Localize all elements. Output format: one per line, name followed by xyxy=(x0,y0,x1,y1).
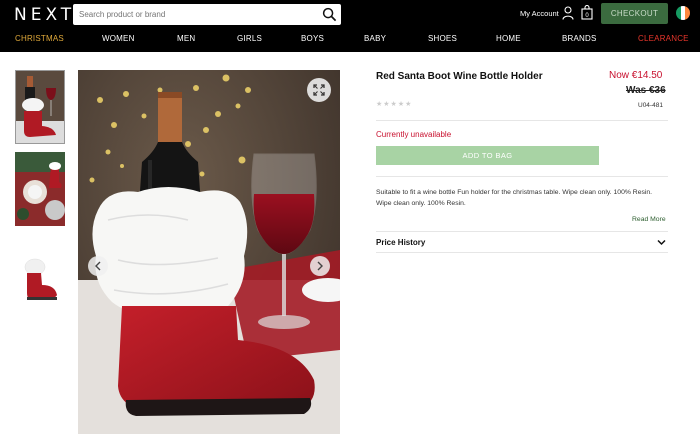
nav-item-baby[interactable]: BABY xyxy=(364,34,386,43)
expand-icon xyxy=(313,84,325,96)
thumbnail-2[interactable] xyxy=(15,152,65,226)
svg-text:0: 0 xyxy=(585,13,589,19)
my-account-link[interactable]: My Account xyxy=(520,9,559,18)
next-logo[interactable]: NEXT xyxy=(14,5,75,25)
rating-stars[interactable]: ★★★★★ xyxy=(376,100,412,108)
nav-item-brands[interactable]: BRANDS xyxy=(562,34,597,43)
divider xyxy=(376,176,668,177)
nav-item-home[interactable]: HOME xyxy=(496,34,521,43)
nav-item-boys[interactable]: BOYS xyxy=(301,34,324,43)
read-more-link[interactable]: Read More xyxy=(632,216,666,223)
main-nav: CHRISTMAS WOMEN MEN GIRLS BOYS BABY SHOE… xyxy=(0,34,700,48)
checkout-button[interactable]: CHECKOUT xyxy=(601,3,668,24)
product-description: Suitable to fit a wine bottle Fun holder… xyxy=(376,189,653,207)
nav-item-clearance[interactable]: CLEARANCE xyxy=(638,34,689,43)
search-icon[interactable] xyxy=(322,7,337,22)
search-box[interactable] xyxy=(73,4,341,25)
thumbnail-3[interactable] xyxy=(15,233,65,307)
chevron-right-icon xyxy=(317,261,323,271)
chevron-left-icon xyxy=(95,261,101,271)
nav-item-christmas[interactable]: CHRISTMAS xyxy=(15,34,64,43)
price-was: Was €36 xyxy=(626,85,666,96)
divider xyxy=(376,231,668,232)
divider xyxy=(376,120,668,121)
price-now: Now €14.50 xyxy=(609,70,663,81)
main-product-image[interactable] xyxy=(78,70,340,434)
product-code: U04-481 xyxy=(638,102,663,109)
top-bar: NEXT My Account 0 CHECKOUT CHRISTMAS WOM… xyxy=(0,0,700,52)
nav-item-girls[interactable]: GIRLS xyxy=(237,34,262,43)
nav-item-shoes[interactable]: SHOES xyxy=(428,34,457,43)
thumbnail-1[interactable] xyxy=(15,70,65,144)
divider xyxy=(376,252,668,253)
chevron-down-icon[interactable] xyxy=(657,239,666,246)
previous-image-button[interactable] xyxy=(88,256,108,276)
add-to-bag-button[interactable]: ADD TO BAG xyxy=(376,146,599,165)
availability-status: Currently unavailable xyxy=(376,130,452,139)
next-image-button[interactable] xyxy=(310,256,330,276)
search-input[interactable] xyxy=(73,4,313,25)
price-history-toggle[interactable]: Price History xyxy=(376,238,425,247)
product-title: Red Santa Boot Wine Bottle Holder xyxy=(376,71,543,82)
ireland-flag-icon[interactable] xyxy=(676,6,690,20)
zoom-button[interactable] xyxy=(307,78,331,102)
user-icon[interactable] xyxy=(562,6,574,20)
nav-item-women[interactable]: WOMEN xyxy=(102,34,135,43)
nav-item-men[interactable]: MEN xyxy=(177,34,195,43)
shopping-bag-icon[interactable]: 0 xyxy=(581,5,593,20)
